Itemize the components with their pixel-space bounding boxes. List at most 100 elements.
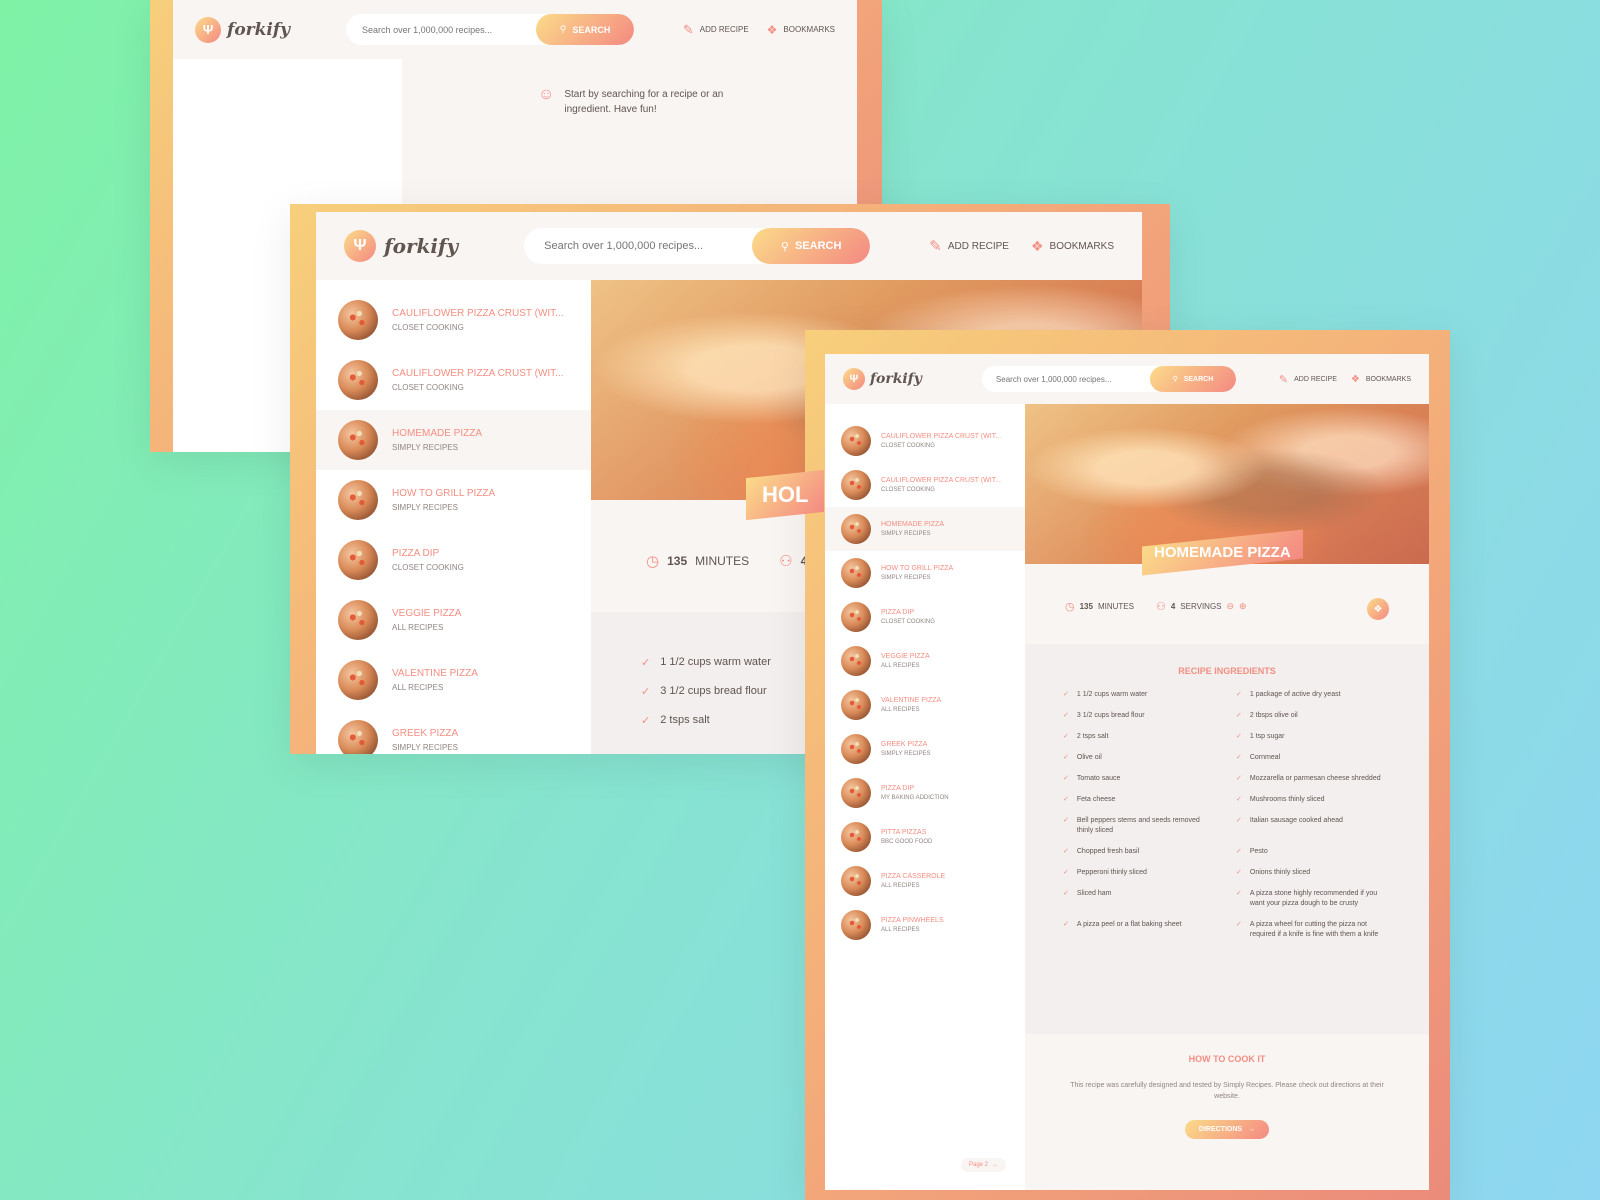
- bookmark-icon: ❖: [1350, 373, 1360, 385]
- fork-icon: Ψ: [344, 230, 376, 262]
- result-item[interactable]: Pizza Casserole All Recipes: [825, 859, 1025, 903]
- nav-bookmarks[interactable]: ❖ Bookmarks: [767, 23, 835, 37]
- result-title: Homemade Pizza: [392, 428, 483, 439]
- nav-add-recipe[interactable]: ✎ Add recipe: [683, 22, 749, 38]
- result-title: Pizza Dip: [392, 548, 440, 559]
- check-icon: ✓: [1236, 712, 1242, 719]
- search-input[interactable]: [524, 240, 753, 252]
- result-item[interactable]: Cauliflower Pizza Crust (wit... Closet C…: [825, 463, 1025, 507]
- result-item-active[interactable]: Homemade Pizza Simply Recipes: [316, 410, 591, 470]
- logo-text: forkify: [227, 19, 291, 40]
- ingredient-text: Olive oil: [1076, 754, 1102, 761]
- search-button[interactable]: ⚲ Search: [1149, 366, 1236, 392]
- result-item[interactable]: Valentine Pizza All Recipes: [825, 683, 1025, 727]
- ingredient: ✓ 1 1/2 cups warm water: [1063, 690, 1218, 700]
- result-publisher: Closet Cooking: [392, 323, 464, 332]
- ingredient-text: Mozzarella or parmesan cheese shredded: [1249, 775, 1381, 782]
- result-publisher: Simply Recipes: [881, 531, 931, 537]
- edit-icon: ✎: [682, 21, 694, 37]
- result-item[interactable]: Pizza Dip Closet Cooking: [316, 530, 591, 590]
- recipe-thumbnail: [338, 720, 378, 754]
- cooking-time: ◷ 135 minutes: [646, 552, 749, 570]
- servings-label: servings: [1180, 602, 1222, 611]
- ingredient-text: 2 tsps salt: [660, 714, 710, 726]
- logo[interactable]: Ψ forkify: [344, 230, 458, 262]
- ingredient-text: A pizza wheel for cutting the pizza not …: [1249, 921, 1379, 938]
- ingredient: ✓ 1 package of active dry yeast: [1236, 690, 1391, 700]
- result-publisher: Closet Cooking: [392, 563, 464, 572]
- search-button-label: Search: [572, 24, 611, 35]
- result-item[interactable]: How to Grill Pizza Simply Recipes: [825, 551, 1025, 595]
- logo[interactable]: Ψ forkify: [195, 16, 291, 43]
- ingredient-text: Pesto: [1249, 848, 1268, 855]
- ingredient-text: 1 tsp sugar: [1249, 733, 1285, 740]
- result-title: Pizza Casserole: [881, 873, 946, 880]
- directions-button[interactable]: Directions →: [1184, 1120, 1270, 1139]
- plus-circle-icon[interactable]: ⊕: [1239, 601, 1247, 612]
- result-publisher: All Recipes: [392, 683, 444, 692]
- result-item[interactable]: Pitta Pizzas BBC Good Food: [825, 815, 1025, 859]
- ingredient: ✓ 2 tbsps olive oil: [1236, 711, 1391, 721]
- check-icon: ✓: [1236, 890, 1242, 897]
- nav: ✎ Add recipe ❖ Bookmarks: [1279, 373, 1411, 386]
- nav-bookmarks[interactable]: ❖ Bookmarks: [1031, 238, 1114, 255]
- directions-button-label: Directions: [1198, 1126, 1243, 1133]
- logo[interactable]: Ψ forkify: [843, 368, 922, 390]
- result-item[interactable]: How to Grill Pizza Simply Recipes: [316, 470, 591, 530]
- nav-add-recipe[interactable]: ✎ Add recipe: [929, 237, 1009, 255]
- pagination-next-button[interactable]: Page 2 →: [961, 1158, 1007, 1172]
- result-item[interactable]: Cauliflower Pizza Crust (wit... Closet C…: [825, 419, 1025, 463]
- search-input[interactable]: [981, 374, 1150, 384]
- start-message: ☺ Start by searching for a recipe or an …: [538, 87, 728, 117]
- bookmark-button[interactable]: ❖: [1367, 598, 1389, 620]
- result-item[interactable]: Cauliflower Pizza Crust (wit... Closet C…: [316, 350, 591, 410]
- ingredient-text: Cornmeal: [1249, 754, 1281, 761]
- minutes-label: minutes: [695, 554, 750, 568]
- ingredient: ✓ Tomato sauce: [1063, 774, 1218, 784]
- ingredient: ✓ Bell peppers stems and seeds removed th…: [1063, 816, 1218, 836]
- ingredient: ✓ Chopped fresh basil: [1063, 847, 1218, 857]
- result-item[interactable]: Pizza Pinwheels All Recipes: [825, 903, 1025, 947]
- ingredients-heading: Recipe ingredients: [1178, 666, 1276, 676]
- check-icon: ✓: [641, 686, 651, 698]
- check-icon: ✓: [1236, 775, 1242, 782]
- result-publisher: Simply Recipes: [392, 443, 458, 452]
- search-button[interactable]: ⚲ Search: [536, 14, 635, 45]
- edit-icon: ✎: [929, 238, 942, 255]
- result-publisher: Closet Cooking: [392, 383, 464, 392]
- check-icon: ✓: [1063, 712, 1069, 719]
- ingredient-text: Onions thinly sliced: [1249, 869, 1311, 876]
- check-icon: ✓: [1063, 796, 1069, 803]
- result-item[interactable]: Veggie Pizza All Recipes: [316, 590, 591, 650]
- ingredient: ✓ Mozzarella or parmesan cheese shredded: [1236, 774, 1391, 784]
- result-item[interactable]: Greek Pizza Simply Recipes: [316, 710, 591, 754]
- result-title: Cauliflower Pizza Crust (wit...: [881, 433, 1002, 440]
- result-item[interactable]: Veggie Pizza All Recipes: [825, 639, 1025, 683]
- search-form: ⚲ Search: [981, 366, 1236, 392]
- result-publisher: All Recipes: [881, 927, 920, 933]
- ingredient: ✓ 2 tsps salt: [1063, 732, 1218, 742]
- nav-bookmarks[interactable]: ❖ Bookmarks: [1351, 374, 1411, 385]
- search-input[interactable]: [346, 24, 537, 35]
- result-item[interactable]: Cauliflower Pizza Crust (wit... Closet C…: [316, 290, 591, 350]
- ingredient-text: A pizza peel or a flat baking sheet: [1076, 921, 1182, 928]
- result-title: Cauliflower Pizza Crust (wit...: [881, 477, 1002, 484]
- result-item[interactable]: Pizza Dip Closet Cooking: [825, 595, 1025, 639]
- result-item[interactable]: Pizza Dip My Baking Addiction: [825, 771, 1025, 815]
- result-item-active[interactable]: Homemade Pizza Simply Recipes: [825, 507, 1025, 551]
- search-button[interactable]: ⚲ Search: [752, 228, 871, 264]
- result-title: Homemade Pizza: [881, 521, 945, 528]
- minus-circle-icon[interactable]: ⊖: [1227, 601, 1235, 612]
- result-item[interactable]: Greek Pizza Simply Recipes: [825, 727, 1025, 771]
- check-icon: ✓: [1063, 733, 1069, 740]
- check-icon: ✓: [1063, 691, 1069, 698]
- result-publisher: BBC Good Food: [881, 839, 933, 845]
- recipe-thumbnail: [841, 602, 871, 632]
- nav-add-recipe[interactable]: ✎ Add recipe: [1279, 373, 1337, 386]
- servings-value: 4: [1170, 602, 1176, 611]
- minutes-value: 135: [1079, 602, 1093, 611]
- result-item[interactable]: Valentine Pizza All Recipes: [316, 650, 591, 710]
- ingredient-text: Chopped fresh basil: [1076, 848, 1140, 855]
- check-icon: ✓: [1236, 921, 1242, 928]
- search-results: Cauliflower Pizza Crust (wit... Closet C…: [316, 280, 591, 754]
